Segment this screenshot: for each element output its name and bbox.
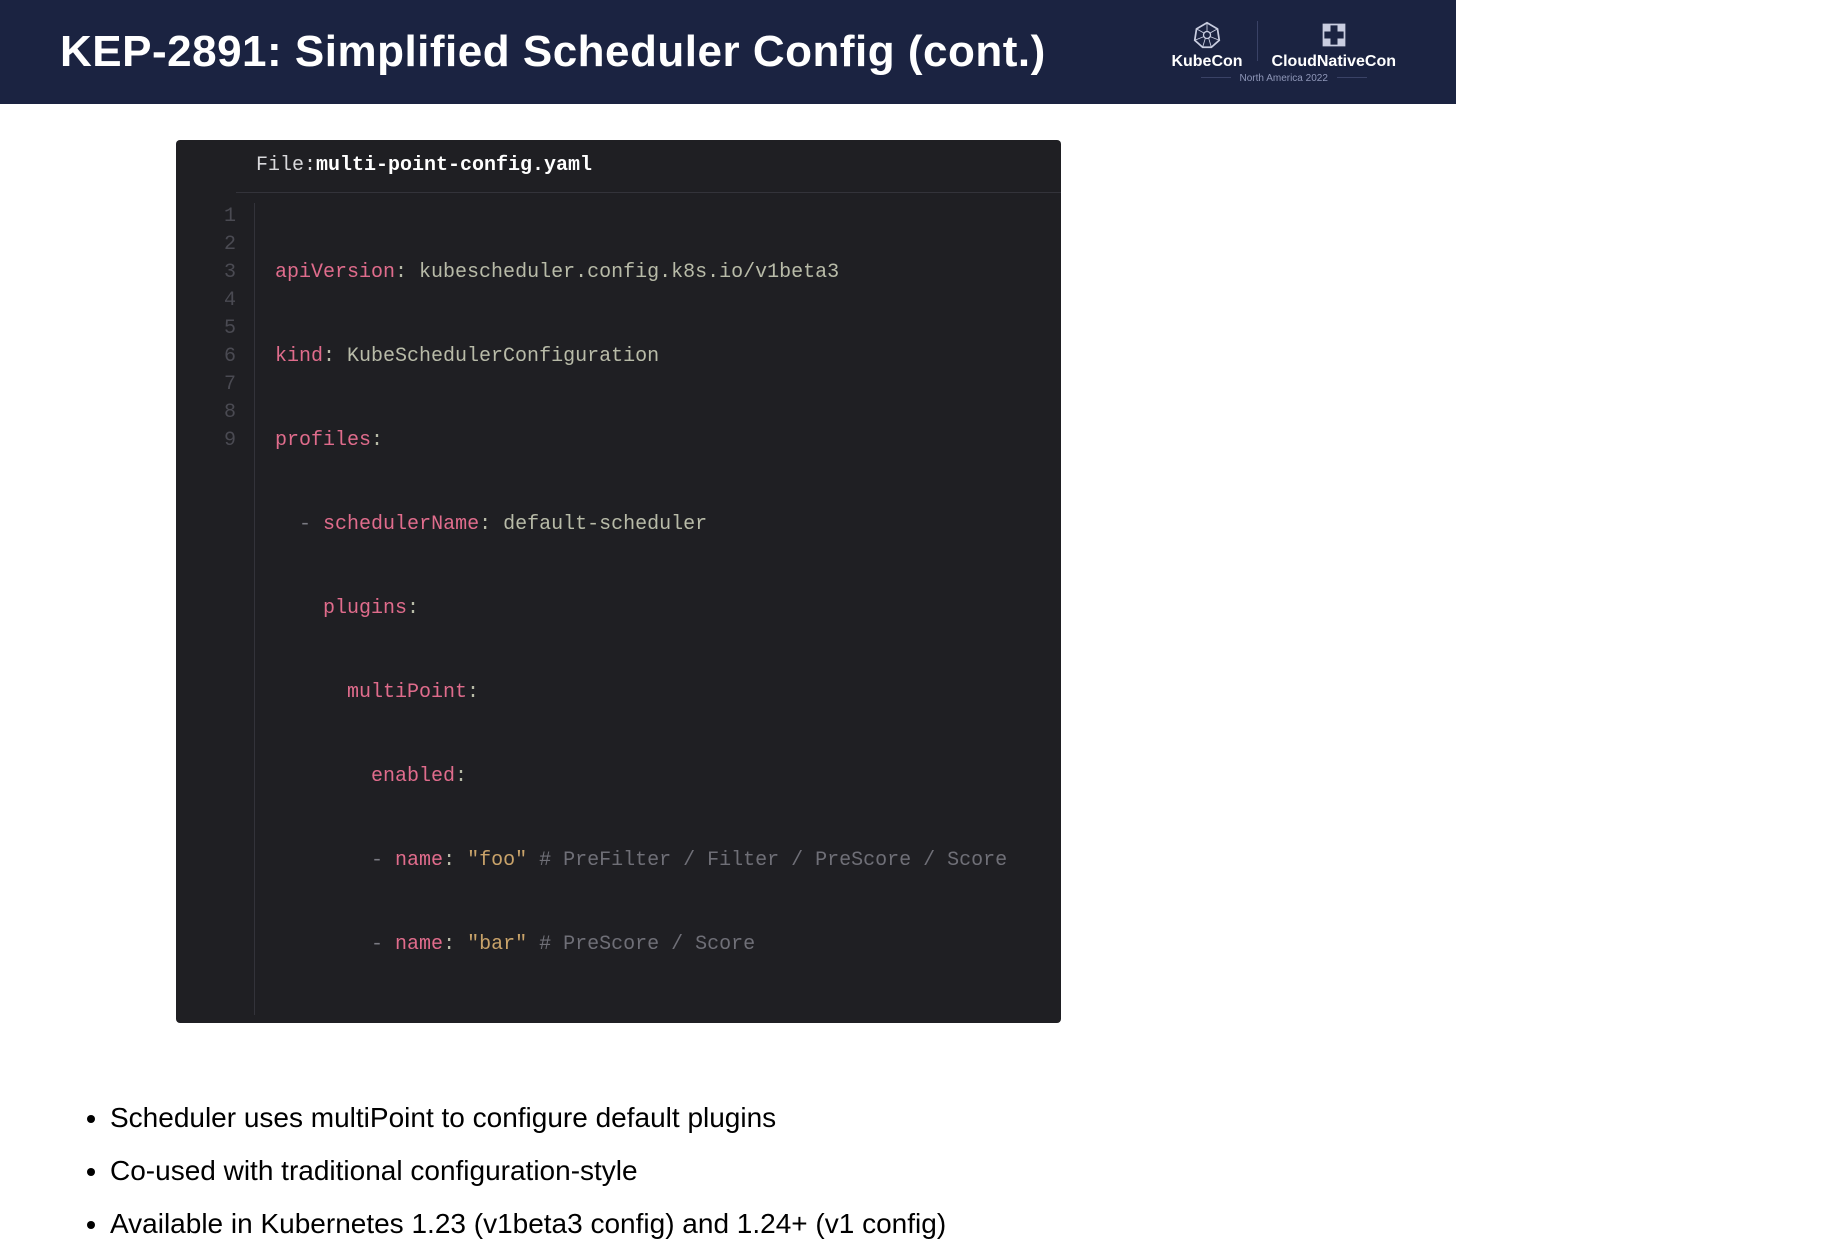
code-line: enabled: bbox=[275, 763, 1007, 791]
file-label: File: bbox=[256, 152, 316, 180]
logo-separator bbox=[1257, 21, 1258, 61]
slide-content: File: multi-point-config.yaml 1 2 3 4 5 … bbox=[0, 104, 1456, 1248]
code-lines: apiVersion: kubescheduler.config.k8s.io/… bbox=[255, 203, 1007, 1015]
line-number-gutter: 1 2 3 4 5 6 7 8 9 bbox=[176, 203, 255, 1015]
line-number: 5 bbox=[176, 315, 236, 343]
line-number: 6 bbox=[176, 343, 236, 371]
slide-header: KEP-2891: Simplified Scheduler Config (c… bbox=[0, 0, 1456, 104]
bullet-list: Scheduler uses multiPoint to configure d… bbox=[70, 1093, 1386, 1248]
code-line: multiPoint: bbox=[275, 679, 1007, 707]
cloudnativecon-label: CloudNativeCon bbox=[1272, 53, 1396, 71]
cncf-icon bbox=[1320, 21, 1348, 49]
kubernetes-wheel-icon bbox=[1193, 21, 1221, 49]
line-number: 4 bbox=[176, 287, 236, 315]
slide-title: KEP-2891: Simplified Scheduler Config (c… bbox=[60, 27, 1046, 77]
event-name: North America 2022 bbox=[1171, 73, 1396, 84]
cloudnativecon-logo: CloudNativeCon bbox=[1272, 21, 1396, 71]
code-file-header: File: multi-point-config.yaml bbox=[236, 140, 1061, 193]
bullet-item: Scheduler uses multiPoint to configure d… bbox=[110, 1093, 1386, 1142]
code-line: apiVersion: kubescheduler.config.k8s.io/… bbox=[275, 259, 1007, 287]
line-number: 9 bbox=[176, 427, 236, 455]
line-number: 1 bbox=[176, 203, 236, 231]
code-line: profiles: bbox=[275, 427, 1007, 455]
code-line: - name: "bar" # PreScore / Score bbox=[275, 931, 1007, 959]
bullet-item: Co-used with traditional configuration-s… bbox=[110, 1146, 1386, 1195]
file-name: multi-point-config.yaml bbox=[316, 152, 592, 180]
code-line: plugins: bbox=[275, 595, 1007, 623]
code-line: - schedulerName: default-scheduler bbox=[275, 511, 1007, 539]
kubecon-label: KubeCon bbox=[1171, 53, 1242, 71]
kubecon-logo: KubeCon bbox=[1171, 21, 1242, 71]
event-logos: KubeCon CloudNativeCon North America 202… bbox=[1171, 21, 1396, 84]
line-number: 8 bbox=[176, 399, 236, 427]
code-line: kind: KubeSchedulerConfiguration bbox=[275, 343, 1007, 371]
code-block: File: multi-point-config.yaml 1 2 3 4 5 … bbox=[176, 140, 1061, 1023]
line-number: 7 bbox=[176, 371, 236, 399]
line-number: 2 bbox=[176, 231, 236, 259]
bullet-item: Available in Kubernetes 1.23 (v1beta3 co… bbox=[110, 1199, 1386, 1248]
line-number: 3 bbox=[176, 259, 236, 287]
code-line: - name: "foo" # PreFilter / Filter / Pre… bbox=[275, 847, 1007, 875]
